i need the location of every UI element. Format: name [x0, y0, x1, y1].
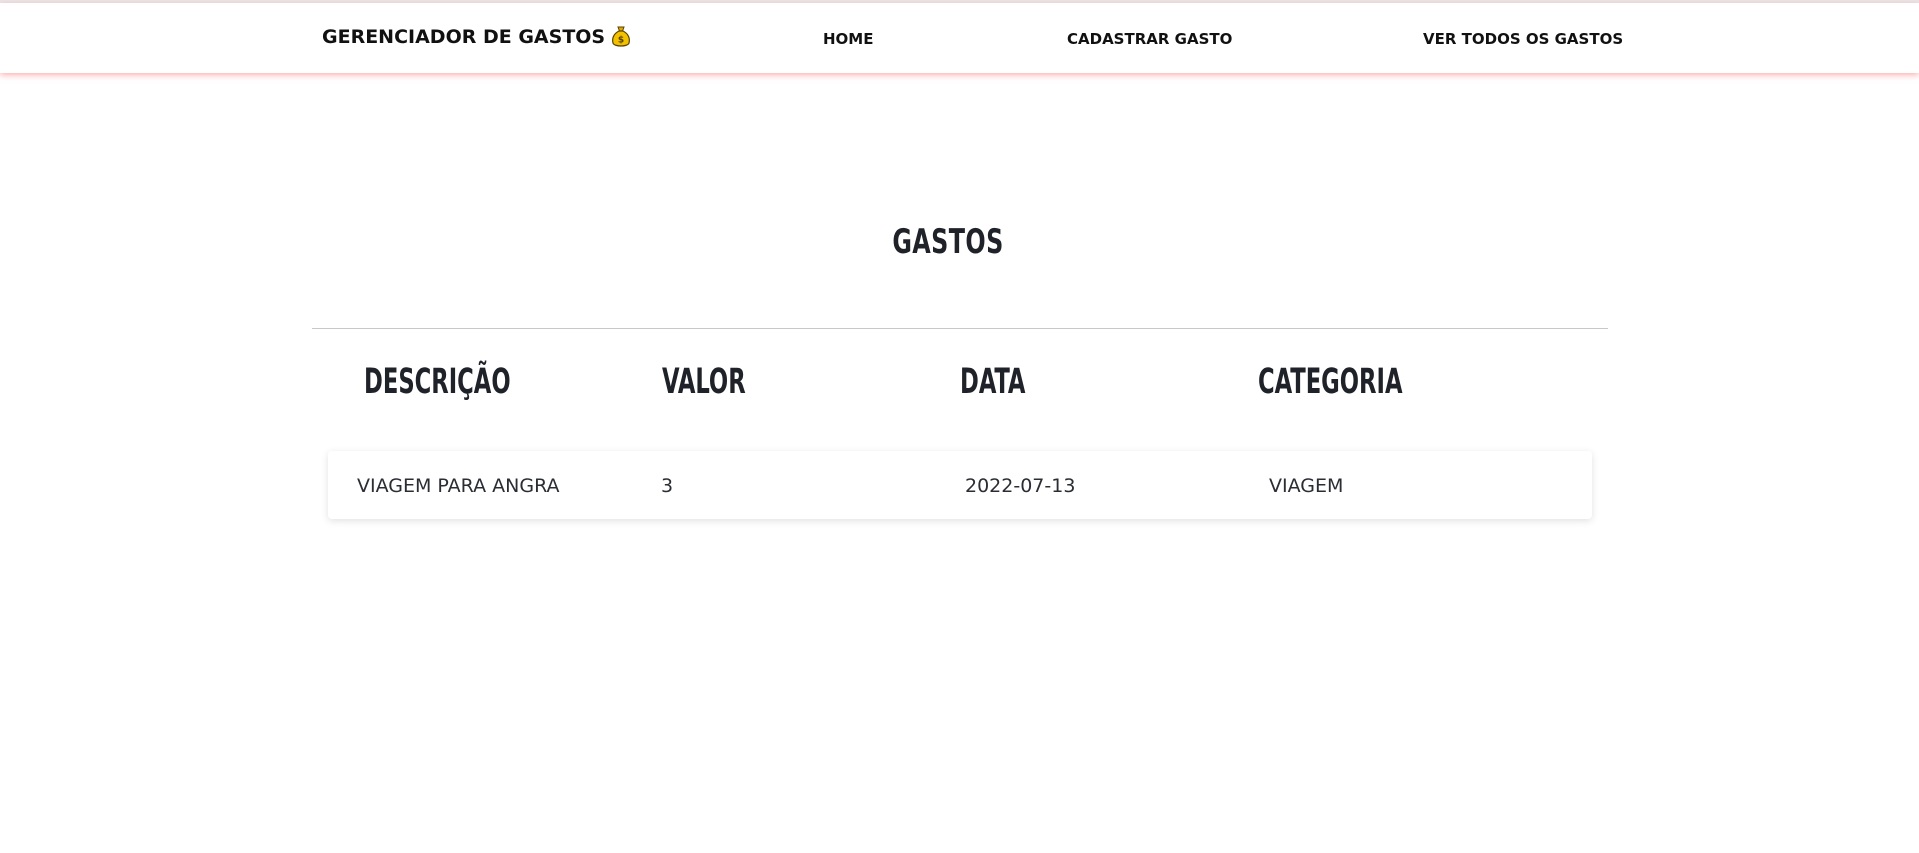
column-header-categoria: CATEGORIA [1258, 362, 1403, 402]
divider [312, 328, 1608, 329]
table-row[interactable]: VIAGEM PARA ANGRA 3 2022-07-13 VIAGEM [328, 451, 1592, 519]
cell-categoria: VIAGEM [1269, 475, 1344, 497]
brand-title: GERENCIADOR DE GASTOS [322, 26, 606, 48]
money-bag-icon: $ [611, 26, 631, 48]
nav-link-ver-todos-os-gastos[interactable]: VER TODOS OS GASTOS [1423, 30, 1623, 48]
brand[interactable]: GERENCIADOR DE GASTOS $ [322, 26, 631, 48]
nav-link-home[interactable]: HOME [823, 30, 873, 48]
svg-text:$: $ [618, 36, 624, 46]
column-header-descricao: DESCRIÇÃO [364, 362, 511, 402]
cell-data: 2022-07-13 [965, 475, 1076, 497]
cell-valor: 3 [661, 475, 674, 497]
column-header-data: DATA [960, 362, 1026, 402]
page-title: GASTOS [892, 222, 1004, 262]
cell-descricao: VIAGEM PARA ANGRA [357, 475, 560, 497]
nav-link-cadastrar-gasto[interactable]: CADASTRAR GASTO [1067, 30, 1232, 48]
column-header-valor: VALOR [662, 362, 746, 402]
navbar: GERENCIADOR DE GASTOS $ HOME CADASTRAR G… [0, 3, 1919, 73]
